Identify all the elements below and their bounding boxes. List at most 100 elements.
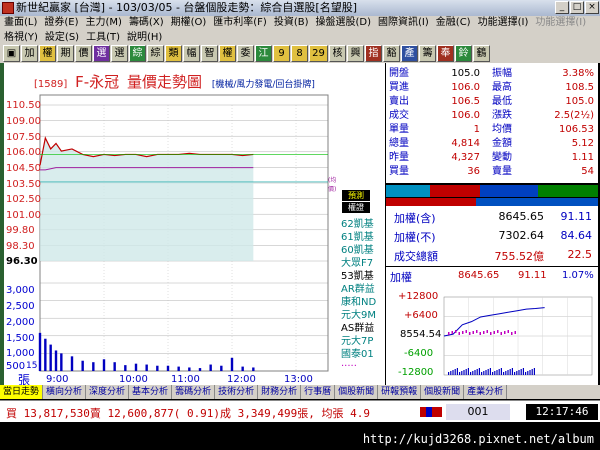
tab-depth[interactable]: 深度分析: [86, 385, 130, 399]
toolbar-button[interactable]: 9: [273, 44, 290, 62]
tab-chips[interactable]: 籌碼分析: [172, 385, 216, 399]
tab-horizontal[interactable]: 橫向分析: [43, 385, 87, 399]
menu-bar: 畫面(L) 證券(E) 主力(M) 籌碼(X) 期權(O) 匯市利率(F) 投資…: [0, 16, 600, 46]
tab-calendar[interactable]: 行事曆: [301, 385, 336, 399]
menu-options[interactable]: 期權(O): [171, 16, 207, 31]
toolbar-button[interactable]: 綜: [147, 44, 164, 62]
quote-label: 賣量: [492, 166, 512, 177]
mini-volume-bar: [509, 369, 511, 375]
toolbar-button[interactable]: 選: [93, 44, 110, 62]
toolbar-button[interactable]: 選: [111, 44, 128, 62]
mini-volume-bar: [452, 370, 454, 375]
minimize-button[interactable]: _: [555, 1, 569, 14]
tab-reports[interactable]: 研報預報: [378, 385, 422, 399]
quote-value: 3.38%: [562, 68, 594, 79]
mini-volume-bar: [507, 370, 509, 375]
mini-breadth-mark: [486, 330, 488, 333]
bar-segment: [538, 185, 598, 197]
quote-row: 總量 4,814 金額 5.12: [386, 138, 598, 150]
forecast-tag[interactable]: 預測: [342, 190, 370, 201]
mini-breadth-mark: [490, 332, 492, 335]
toolbar-button[interactable]: 產: [401, 44, 418, 62]
toolbar-button[interactable]: 加: [21, 44, 38, 62]
toolbar-button[interactable]: 核: [329, 44, 346, 62]
toolbar-button[interactable]: 幅: [183, 44, 200, 62]
tab-intraday[interactable]: 當日走勢: [0, 385, 44, 399]
mini-volume-bar: [500, 368, 502, 375]
toolbar-button[interactable]: 興: [347, 44, 364, 62]
tab-news[interactable]: 個股新聞: [335, 385, 379, 399]
toolbar-button[interactable]: 豁: [383, 44, 400, 62]
mini-volume-bar: [514, 372, 516, 375]
mini-breadth-mark: [448, 332, 450, 335]
index-row: 成交總額 755.52億 22.5: [394, 248, 594, 264]
quote-value: 4,327: [451, 152, 480, 163]
toolbar-button[interactable]: 期: [57, 44, 74, 62]
toolbar-button[interactable]: 29: [309, 44, 328, 62]
toolbar-button[interactable]: 綜: [129, 44, 146, 62]
toolbar-button[interactable]: 智: [201, 44, 218, 62]
menu-chips[interactable]: 籌碼(X): [129, 16, 164, 31]
quote-row: 單量 1 均價 106.53: [386, 124, 598, 136]
close-button[interactable]: ×: [585, 1, 599, 14]
toolbar-button[interactable]: 類: [165, 44, 182, 62]
index-value: 8645.65: [498, 210, 545, 223]
maximize-button[interactable]: □: [570, 1, 584, 14]
tab-technical[interactable]: 技術分析: [215, 385, 259, 399]
tab-financial[interactable]: 財務分析: [258, 385, 302, 399]
time-tick: 10:00: [119, 374, 148, 385]
toolbar-button[interactable]: 奉: [437, 44, 454, 62]
mini-breadth-mark: [465, 330, 467, 333]
mini-volume-bar: [470, 372, 472, 375]
mini-volume-bar: [533, 368, 535, 375]
toolbar-button[interactable]: 權: [39, 44, 56, 62]
volume-bar: [252, 367, 255, 371]
toolbar-button[interactable]: 江: [255, 44, 272, 62]
price-tick: 107.50: [6, 132, 41, 143]
status-code[interactable]: 001: [446, 404, 510, 420]
tab-fundamental[interactable]: 基本分析: [129, 385, 173, 399]
toolbar-button[interactable]: 價: [75, 44, 92, 62]
index-change: 22.5: [567, 248, 593, 261]
menu-major[interactable]: 主力(M): [86, 16, 122, 31]
mini-volume-bar: [518, 370, 520, 375]
quote-value: 106.53: [559, 124, 594, 135]
volume-bar: [198, 368, 202, 371]
index-mini-chart[interactable]: 加權 8645.65 91.11 1.07% +12800 +6400 8554…: [386, 267, 598, 385]
quote-value: 106.0: [451, 82, 480, 93]
toolbar-button[interactable]: 鈴: [455, 44, 472, 62]
mini-tick: +6400: [404, 310, 438, 321]
warrant-tag[interactable]: 權證: [342, 202, 370, 213]
menu-forex[interactable]: 匯市利率(F): [213, 16, 267, 31]
volume-bar: [92, 362, 95, 371]
menu-screen[interactable]: 畫面(L): [4, 16, 37, 31]
mini-breadth-mark: [483, 331, 485, 334]
menu-function-dim: 功能選擇(I): [535, 17, 587, 28]
tab-industry[interactable]: 產業分析: [464, 385, 508, 399]
tab-news-2[interactable]: 個股新聞: [421, 385, 465, 399]
broker-item[interactable]: .....: [341, 358, 357, 369]
volume-tick: 2,000: [6, 317, 35, 328]
toolbar-button[interactable]: 權: [219, 44, 236, 62]
toolbar-button[interactable]: 指: [365, 44, 382, 62]
quote-value: 36: [467, 166, 480, 177]
price-tick: 103.50: [6, 179, 41, 190]
menu-invest[interactable]: 投資(B): [274, 16, 309, 31]
toolbar-button[interactable]: 委: [237, 44, 254, 62]
mini-volume-bar: [505, 371, 507, 375]
menu-stock-select[interactable]: 操盤選股(D): [316, 16, 372, 31]
mini-volume-bar: [531, 369, 533, 375]
toolbar-button[interactable]: ▣: [3, 44, 20, 62]
toolbar-button[interactable]: 8: [291, 44, 308, 62]
menu-function[interactable]: 功能選擇(I): [478, 16, 529, 31]
time-tick: 11:00: [171, 374, 200, 385]
menu-finance[interactable]: 金融(C): [436, 16, 471, 31]
mini-volume-bar: [503, 372, 505, 375]
menu-securities[interactable]: 證券(E): [44, 16, 78, 31]
toolbar-button[interactable]: 籌: [419, 44, 436, 62]
mini-volume-bar: [489, 368, 491, 375]
toolbar-button[interactable]: 鶴: [473, 44, 490, 62]
quote-label: 賣出: [389, 96, 409, 107]
price-volume-chart[interactable]: [1589] F-永冠 量價走勢圖 [機械/風力發電/回台掛牌] 110.50 …: [4, 63, 340, 387]
menu-international[interactable]: 國際資訊(I): [378, 16, 429, 31]
